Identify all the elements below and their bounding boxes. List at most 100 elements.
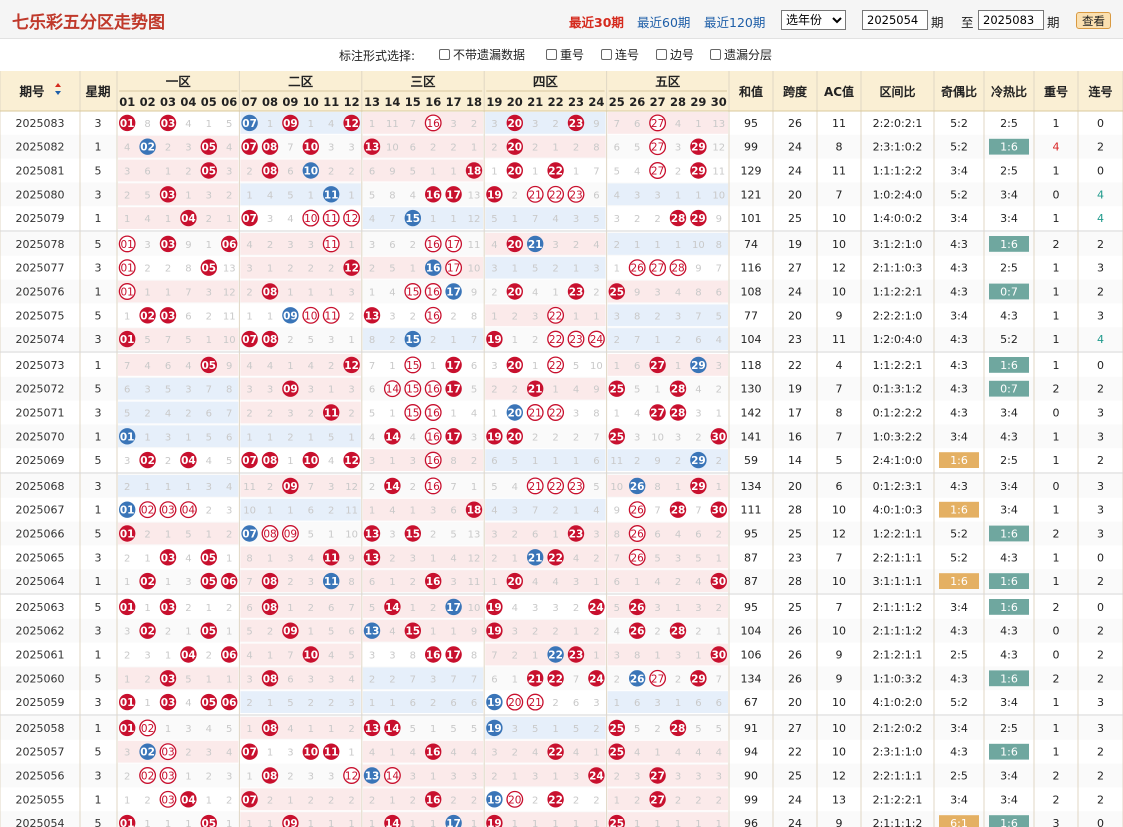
miss-count: 7	[716, 264, 722, 275]
miss-count: 2	[430, 335, 436, 346]
option-consecutive[interactable]: 连号	[601, 46, 639, 63]
period-link-60[interactable]: 最近60期	[637, 12, 690, 31]
miss-count: 6	[369, 167, 375, 178]
zone-single-tint	[362, 596, 484, 618]
miss-count: 3	[695, 772, 701, 783]
oe-cell: 4:3	[950, 383, 968, 396]
checkbox-icon[interactable]	[439, 49, 450, 60]
option-miss-layer[interactable]: 遗漏分层	[710, 46, 772, 63]
hc-cell: 4:3	[1000, 430, 1018, 443]
ball-number: 04	[181, 213, 196, 225]
miss-count: 3	[634, 190, 640, 201]
miss-count: 2	[410, 482, 416, 493]
ball-number: 16	[426, 794, 441, 806]
miss-count: 3	[471, 772, 477, 783]
period-link-30[interactable]: 最近30期	[569, 12, 624, 31]
span-cell: 26	[788, 117, 802, 130]
miss-count: 7	[695, 506, 701, 517]
ball-number: 20	[507, 408, 522, 420]
ball-number: 22	[549, 189, 562, 201]
miss-count: 2	[654, 724, 660, 735]
checkbox-icon[interactable]	[546, 49, 557, 60]
rep-cell: 1	[1053, 430, 1060, 443]
sum-cell: 121	[741, 188, 762, 201]
ball-number: 08	[263, 529, 276, 541]
miss-count: 3	[675, 143, 681, 154]
span-cell: 20	[788, 480, 802, 493]
ac-cell: 6	[836, 480, 843, 493]
span-cell: 25	[788, 770, 802, 783]
zone-empty-tint	[485, 498, 606, 521]
miss-count: 2	[348, 409, 354, 420]
span-cell: 16	[788, 430, 802, 443]
miss-count: 1	[532, 167, 538, 178]
ball-number: 19	[487, 697, 502, 709]
ratio-cell: 1:1:1:2:2	[873, 165, 923, 178]
zone-single-tint	[240, 546, 361, 569]
span-cell: 26	[788, 649, 802, 662]
miss-count: 3	[593, 264, 599, 275]
ball-number: 22	[549, 334, 562, 346]
oe-cell: 2:5	[950, 649, 968, 662]
year-select[interactable]: 选年份	[781, 10, 846, 30]
to-issue-input[interactable]	[978, 10, 1044, 30]
miss-count: 1	[512, 214, 518, 225]
checkbox-icon[interactable]	[601, 49, 612, 60]
number-header: 03	[160, 95, 176, 109]
miss-count: 2	[491, 288, 497, 299]
miss-count: 3	[144, 240, 150, 251]
span-header: 跨度	[783, 84, 808, 99]
miss-count: 7	[348, 603, 354, 614]
miss-count: 2	[593, 288, 599, 299]
span-cell: 20	[788, 696, 802, 709]
miss-count: 1	[348, 432, 354, 443]
miss-count: 1	[144, 288, 150, 299]
miss-count: 6	[185, 311, 191, 322]
ac-cell: 12	[832, 262, 846, 275]
week-cell: 3	[95, 625, 102, 638]
ball-number: 23	[569, 118, 584, 130]
miss-count: 7	[634, 335, 640, 346]
miss-count: 1	[512, 553, 518, 564]
ball-number: 25	[609, 431, 624, 443]
miss-count: 6	[308, 506, 314, 517]
miss-count: 3	[491, 530, 497, 541]
ball-number: 16	[427, 455, 441, 467]
miss-count: 3	[124, 748, 130, 759]
miss-count: 1	[287, 795, 293, 806]
week-cell: 1	[95, 430, 102, 443]
rep-cell: 1	[1053, 165, 1060, 178]
miss-count: 5	[532, 724, 538, 735]
hc-cell: 0:7	[1000, 383, 1018, 396]
number-header: 07	[242, 95, 258, 109]
miss-count: 1	[267, 748, 273, 759]
zone-single-tint	[607, 788, 728, 811]
rep-cell: 1	[1053, 262, 1060, 275]
ball-number: 09	[283, 310, 298, 322]
period-link-120[interactable]: 最近120期	[704, 12, 765, 31]
miss-count: 4	[328, 456, 334, 467]
miss-count: 2	[246, 288, 252, 299]
miss-count: 3	[226, 167, 232, 178]
miss-count: 7	[206, 385, 212, 396]
option-no-miss[interactable]: 不带遗漏数据	[439, 46, 525, 63]
miss-count: 3	[695, 409, 701, 420]
checkbox-icon[interactable]	[656, 49, 667, 60]
miss-count: 2	[532, 143, 538, 154]
ball-number: 29	[691, 166, 706, 178]
checkbox-icon[interactable]	[710, 49, 721, 60]
view-button[interactable]: 查看	[1076, 12, 1111, 29]
option-edge[interactable]: 边号	[656, 46, 694, 63]
miss-count: 3	[246, 385, 252, 396]
from-issue-input[interactable]	[862, 10, 928, 30]
miss-count: 8	[471, 311, 477, 322]
miss-count: 1	[165, 167, 171, 178]
ball-number: 07	[242, 529, 257, 541]
miss-count: 3	[654, 190, 660, 201]
ball-number: 26	[630, 626, 645, 638]
issue-cell: 2025072	[16, 383, 65, 396]
miss-count: 1	[124, 795, 130, 806]
con-cell: 2	[1097, 746, 1104, 759]
option-repeat[interactable]: 重号	[546, 46, 584, 63]
ball-number: 02	[140, 576, 155, 588]
